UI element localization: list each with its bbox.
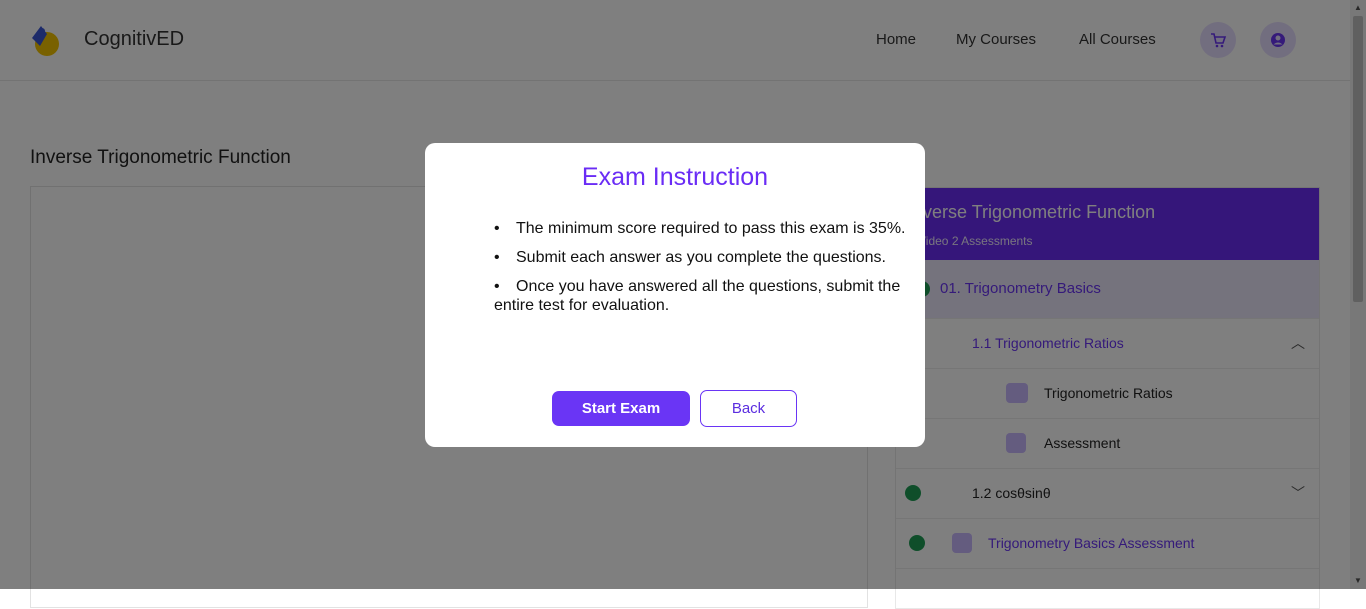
instruction-text: Once you have answered all the questions… <box>494 278 901 314</box>
back-button[interactable]: Back <box>700 390 797 427</box>
instruction-list: • The minimum score required to pass this… <box>494 219 906 325</box>
instruction-text: Submit each answer as you complete the q… <box>516 249 886 266</box>
modal-title: Exam Instruction <box>581 163 769 191</box>
bullet-icon: • <box>494 249 500 266</box>
instruction-item: • Once you have answered all the question… <box>494 277 906 315</box>
exam-instruction-modal: Exam Instruction • The minimum score requ… <box>425 143 925 447</box>
instruction-item: • The minimum score required to pass this… <box>494 219 906 238</box>
start-exam-button[interactable]: Start Exam <box>552 391 690 426</box>
instruction-item: • Submit each answer as you complete the … <box>494 248 906 267</box>
instruction-text: The minimum score required to pass this … <box>516 220 906 237</box>
bullet-icon: • <box>494 220 500 237</box>
bullet-icon: • <box>494 278 500 295</box>
